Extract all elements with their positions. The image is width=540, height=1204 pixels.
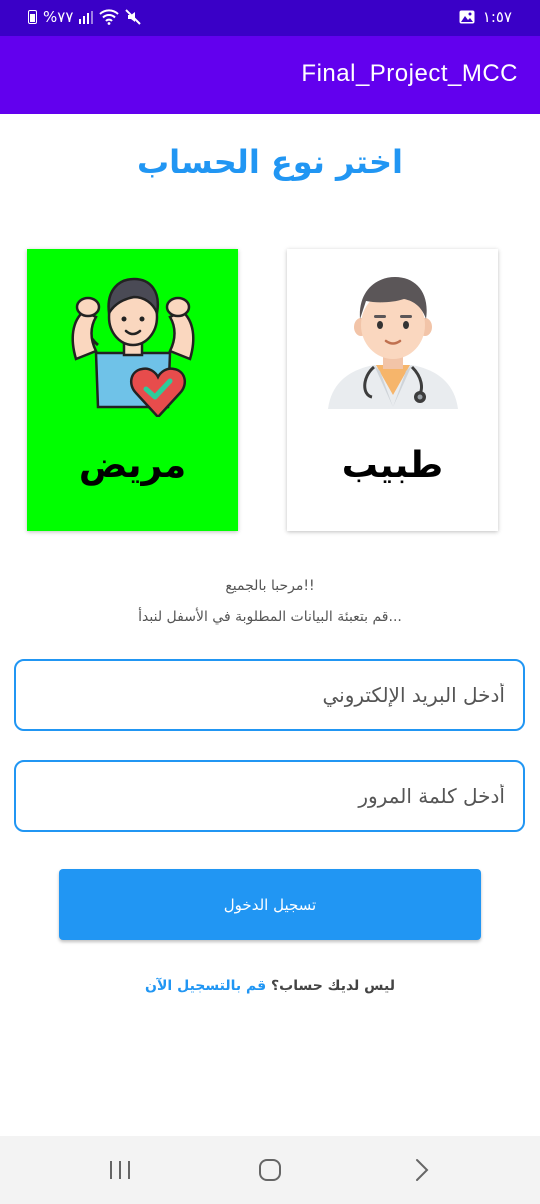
navigation-bar (0, 1136, 540, 1204)
app-title: Final_Project_MCC (301, 60, 518, 87)
battery-text: %٧٧ (43, 8, 74, 26)
login-button[interactable]: تسجيل الدخول (59, 869, 481, 940)
password-input[interactable] (16, 762, 523, 830)
doctor-illustration (287, 267, 498, 417)
back-icon[interactable] (410, 1158, 434, 1182)
instruction-text: قم بتعبئة البيانات المطلوبة في الأسفل لن… (138, 609, 402, 625)
home-icon[interactable] (258, 1158, 282, 1182)
email-field[interactable] (14, 659, 525, 731)
page-title: اختر نوع الحساب (137, 143, 403, 181)
register-question: ليس لديك حساب؟ (271, 978, 395, 994)
register-row: ليس لديك حساب؟ قم بالتسجيل الآن (0, 978, 540, 994)
mute-icon (125, 9, 142, 25)
register-link[interactable]: قم بالتسجيل الآن (145, 978, 266, 994)
doctor-icon (327, 277, 458, 409)
password-field[interactable] (14, 760, 525, 832)
status-right: ١:٥٧ (459, 8, 512, 26)
doctor-card[interactable]: طبيب (287, 249, 498, 531)
status-left: %٧٧ (28, 8, 142, 26)
patient-icon (70, 277, 195, 417)
clock: ١:٥٧ (482, 8, 512, 26)
email-input[interactable] (16, 661, 523, 729)
welcome-text: مرحبا بالجميع!! (225, 578, 315, 594)
battery-icon (28, 10, 37, 24)
app-bar: Final_Project_MCC (0, 36, 540, 114)
doctor-label: طبيب (341, 445, 444, 486)
patient-illustration (27, 267, 238, 417)
patient-label: مريض (78, 445, 187, 486)
signal-icon (79, 10, 94, 24)
gallery-icon (459, 10, 475, 24)
patient-card[interactable]: مريض (27, 249, 238, 531)
recent-apps-icon[interactable] (108, 1158, 132, 1182)
wifi-icon (99, 9, 120, 25)
status-bar: %٧٧ ١:٥٧ (0, 0, 540, 36)
